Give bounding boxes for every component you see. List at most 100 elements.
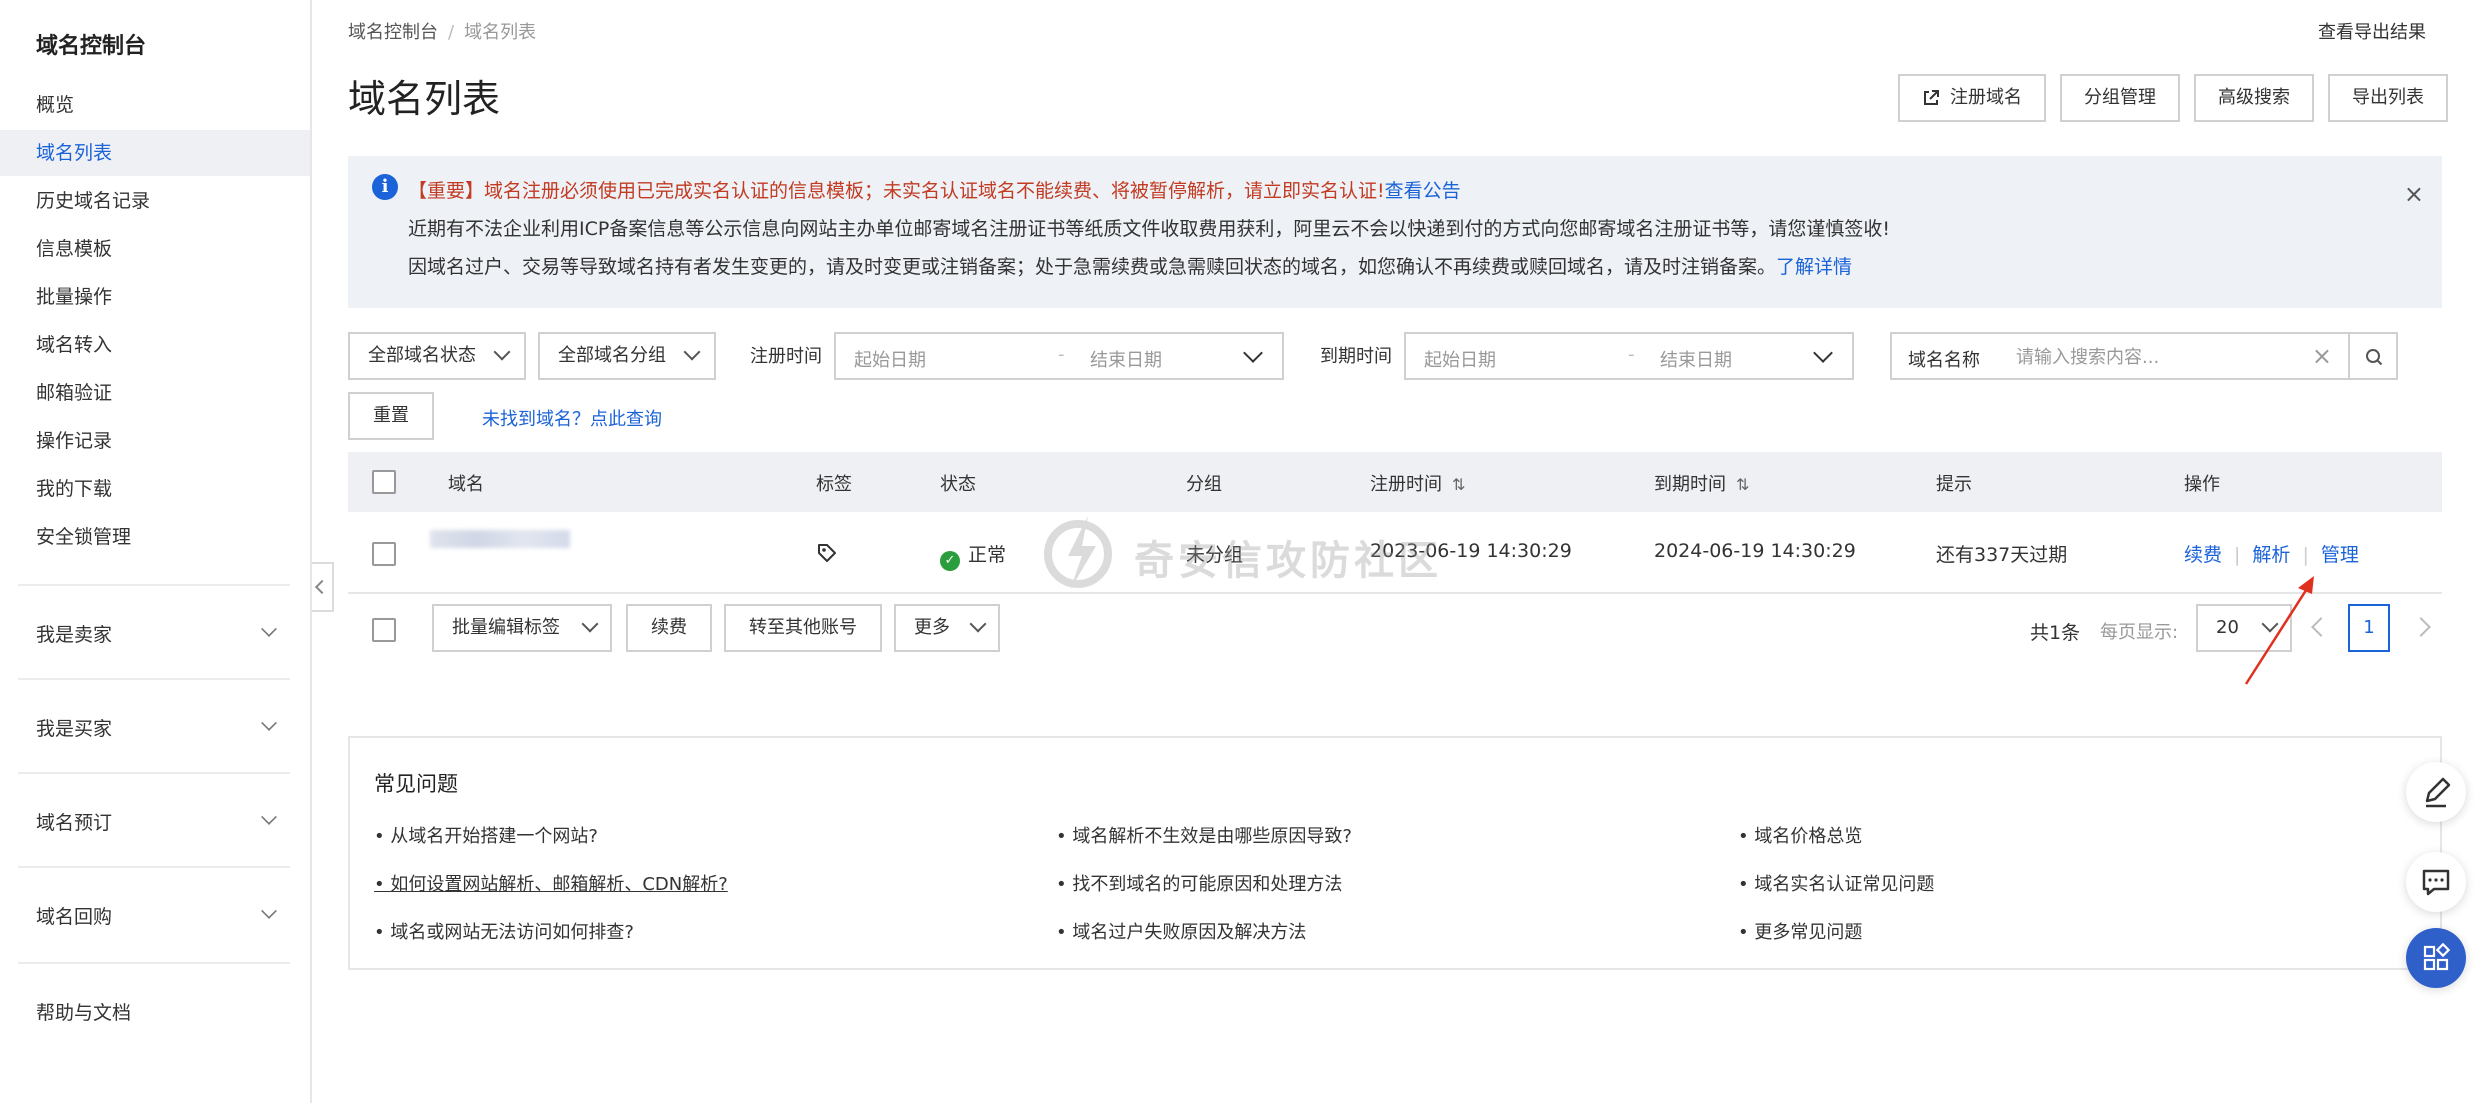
- domain-search: 域名名称 ×: [1890, 332, 2350, 380]
- prev-page-icon[interactable]: [2311, 617, 2331, 637]
- top-toolbar: 注册域名 分组管理 高级搜索 导出列表: [1898, 74, 2448, 122]
- page-1-button[interactable]: 1: [2348, 604, 2390, 652]
- hint-cell: 还有337天过期: [1936, 544, 2068, 566]
- divider: |: [2234, 544, 2241, 566]
- search-button[interactable]: [2348, 332, 2398, 380]
- col-exp-time[interactable]: 到期时间 ⇅: [1654, 470, 1749, 496]
- search-input[interactable]: [2016, 342, 2296, 372]
- notice-line-important: 【重要】域名注册必须使用已完成实名认证的信息模板；未实名认证域名不能续费、将被暂…: [408, 176, 1461, 203]
- group-select[interactable]: 全部域名分组: [538, 332, 716, 380]
- sidebar-help[interactable]: 帮助与文档: [18, 962, 290, 1050]
- sidebar-group-seller[interactable]: 我是卖家: [18, 584, 290, 676]
- sidebar-collapse-handle[interactable]: [312, 562, 334, 612]
- sidebar-group-buyer[interactable]: 我是买家: [18, 678, 290, 770]
- sidebar-item-security-lock[interactable]: 安全锁管理: [0, 514, 310, 560]
- sidebar-group-reserve[interactable]: 域名预订: [18, 772, 290, 864]
- sidebar-group-buyback[interactable]: 域名回购: [18, 866, 290, 958]
- date-dash: -: [1058, 344, 1065, 365]
- more-select[interactable]: 更多: [894, 604, 1000, 652]
- divider: |: [2302, 544, 2309, 566]
- sidebar-item-batch[interactable]: 批量操作: [0, 274, 310, 320]
- manage-link[interactable]: 管理: [2321, 544, 2359, 566]
- col-exp-time-label: 到期时间: [1654, 474, 1726, 495]
- breadcrumb-root[interactable]: 域名控制台: [348, 22, 438, 43]
- faq-link[interactable]: • 找不到域名的可能原因和处理方法: [1056, 870, 1342, 896]
- sidebar-item-overview[interactable]: 概览: [0, 82, 310, 128]
- batch-edit-tags-select[interactable]: 批量编辑标签: [432, 604, 612, 652]
- page-size-value: 20: [2216, 617, 2239, 638]
- advanced-search-button[interactable]: 高级搜索: [2194, 74, 2314, 122]
- transfer-account-button[interactable]: 转至其他账号: [724, 604, 882, 652]
- group-select-value: 全部域名分组: [558, 345, 666, 366]
- chat-button[interactable]: [2406, 852, 2466, 912]
- not-found-query-link[interactable]: 未找到域名？点此查询: [482, 405, 662, 431]
- select-all-checkbox[interactable]: [372, 470, 396, 494]
- sidebar-item-email-verify[interactable]: 邮箱验证: [0, 370, 310, 416]
- tag-icon[interactable]: [816, 542, 838, 569]
- apps-button[interactable]: [2406, 928, 2466, 988]
- redacted-domain-name[interactable]: [430, 530, 570, 548]
- breadcrumb: 域名控制台 / 域名列表: [348, 18, 536, 44]
- action-cell: 续费 | 解析 | 管理: [2184, 540, 2359, 567]
- chevron-down-icon: [581, 615, 599, 633]
- status-text: 正常: [968, 544, 1007, 566]
- batch-renew-button[interactable]: 续费: [626, 604, 712, 652]
- sidebar-item-operation-log[interactable]: 操作记录: [0, 418, 310, 464]
- faq-link[interactable]: • 域名过户失败原因及解决方法: [1056, 918, 1306, 944]
- chevron-down-icon: [261, 903, 277, 919]
- view-announcement-link[interactable]: 查看公告: [1385, 180, 1461, 202]
- faq-link[interactable]: • 如何设置网站解析、邮箱解析、CDN解析?: [374, 870, 728, 896]
- sidebar-item-domain-list[interactable]: 域名列表: [0, 130, 310, 176]
- learn-more-link[interactable]: 了解详情: [1776, 256, 1852, 278]
- sidebar: 域名控制台 概览 域名列表 历史域名记录 信息模板 批量操作 域名转入 邮箱验证…: [0, 0, 312, 1103]
- dns-resolve-link[interactable]: 解析: [2252, 544, 2290, 566]
- col-reg-time[interactable]: 注册时间 ⇅: [1370, 470, 1465, 496]
- col-action: 操作: [2184, 474, 2220, 495]
- exp-date-range[interactable]: 起始日期 - 结束日期: [1404, 332, 1854, 380]
- next-page-icon[interactable]: [2411, 617, 2431, 637]
- col-domain: 域名: [448, 474, 484, 495]
- faq-link[interactable]: • 域名价格总览: [1738, 822, 1862, 848]
- group-manage-button[interactable]: 分组管理: [2060, 74, 2180, 122]
- sidebar-group-label: 我是卖家: [36, 624, 113, 646]
- sort-icon[interactable]: ⇅: [1736, 475, 1749, 494]
- faq-link[interactable]: • 从域名开始搭建一个网站?: [374, 822, 598, 848]
- faq-link[interactable]: • 域名解析不生效是由哪些原因导致?: [1056, 822, 1352, 848]
- row-checkbox[interactable]: [372, 542, 396, 566]
- col-status: 状态: [940, 474, 976, 495]
- exp-start-date[interactable]: 起始日期: [1424, 346, 1496, 372]
- faq-panel: 常见问题 • 从域名开始搭建一个网站? • 如何设置网站解析、邮箱解析、CDN解…: [348, 736, 2442, 970]
- feedback-edit-button[interactable]: [2406, 762, 2466, 822]
- clear-icon[interactable]: ×: [2312, 342, 2332, 370]
- reg-end-date[interactable]: 结束日期: [1090, 346, 1162, 372]
- reg-start-date[interactable]: 起始日期: [854, 346, 926, 372]
- renew-link[interactable]: 续费: [2184, 544, 2222, 566]
- sidebar-item-info-template[interactable]: 信息模板: [0, 226, 310, 272]
- export-list-button[interactable]: 导出列表: [2328, 74, 2448, 122]
- check-circle-icon: ✓: [940, 551, 960, 571]
- breadcrumb-separator: /: [448, 22, 455, 43]
- faq-link[interactable]: • 域名或网站无法访问如何排查?: [374, 918, 634, 944]
- sidebar-item-downloads[interactable]: 我的下载: [0, 466, 310, 512]
- faq-link[interactable]: • 更多常见问题: [1738, 918, 1862, 944]
- status-select[interactable]: 全部域名状态: [348, 332, 526, 380]
- batch-select-checkbox[interactable]: [372, 618, 396, 642]
- page-size-select[interactable]: 20: [2196, 604, 2292, 652]
- chevron-left-icon: [314, 579, 330, 595]
- info-icon: i: [372, 174, 398, 200]
- group-cell: 未分组: [1186, 544, 1244, 566]
- register-domain-button[interactable]: 注册域名: [1898, 74, 2046, 122]
- faq-link[interactable]: • 域名实名认证常见问题: [1738, 870, 1934, 896]
- table-row: ✓ 正常 未分组 2023-06-19 14:30:29 2024-06-19 1…: [348, 512, 2442, 594]
- reg-date-range[interactable]: 起始日期 - 结束日期: [834, 332, 1284, 380]
- close-icon[interactable]: ×: [2404, 180, 2424, 208]
- sidebar-item-history[interactable]: 历史域名记录: [0, 178, 310, 224]
- exp-end-date[interactable]: 结束日期: [1660, 346, 1732, 372]
- chevron-down-icon: [2261, 615, 2279, 633]
- chevron-down-icon: [261, 715, 277, 731]
- sidebar-item-transfer-in[interactable]: 域名转入: [0, 322, 310, 368]
- search-key-label[interactable]: 域名名称: [1908, 346, 1980, 372]
- sort-icon[interactable]: ⇅: [1452, 475, 1465, 494]
- reset-button[interactable]: 重置: [348, 392, 434, 440]
- view-export-result-link[interactable]: 查看导出结果: [2318, 18, 2426, 44]
